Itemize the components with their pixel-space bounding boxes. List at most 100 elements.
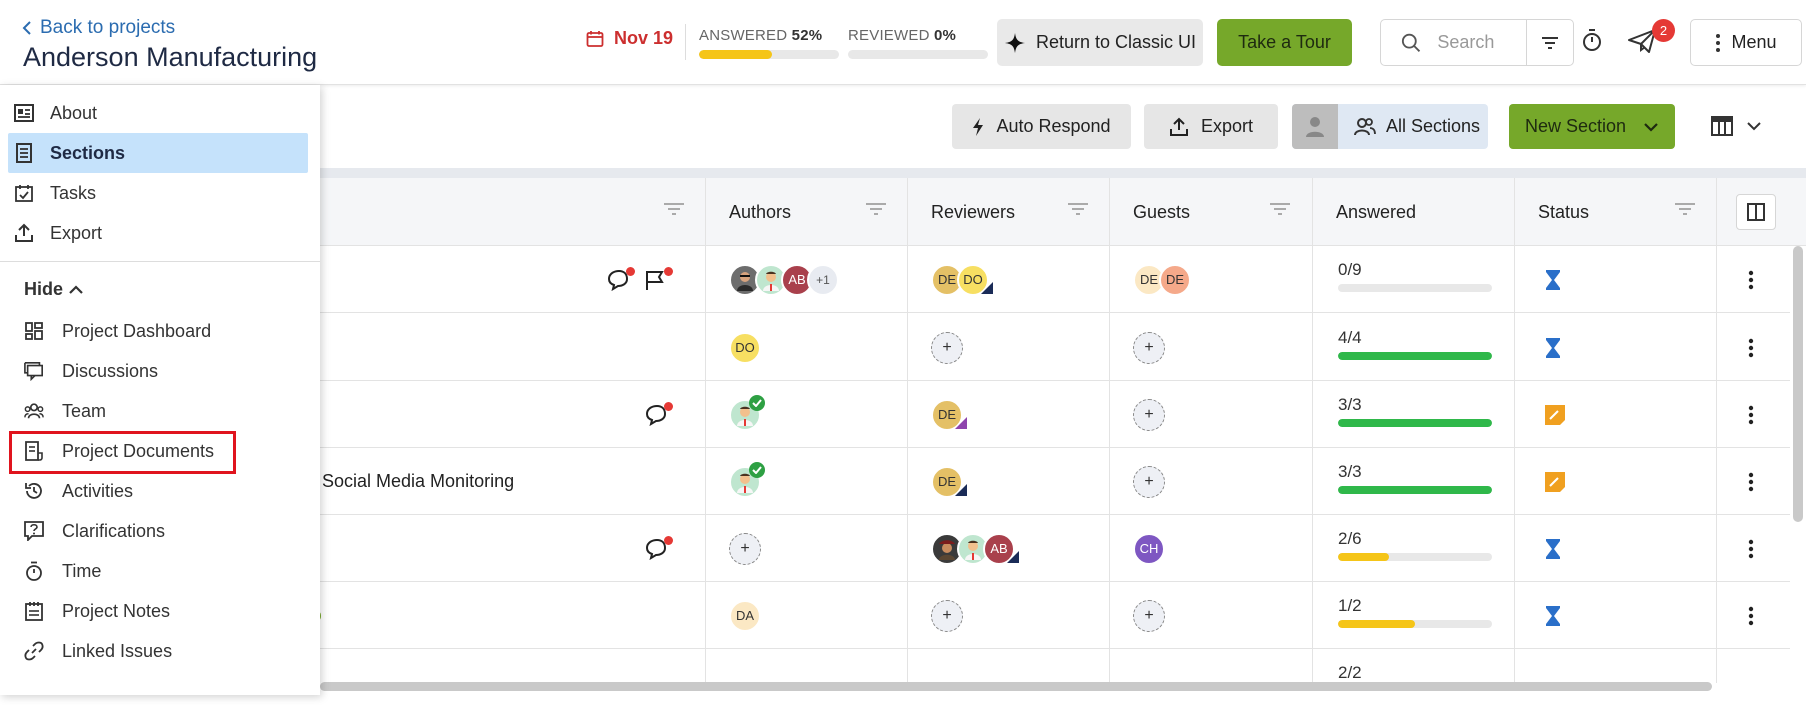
reviewers-cell[interactable]: AB [931,515,1019,582]
header-filter-button[interactable] [1527,36,1573,50]
authors-cell[interactable]: DA [729,582,761,649]
comments-icon[interactable] [606,246,635,313]
all-sections-filter[interactable]: All Sections [1292,104,1488,149]
add-guest-button[interactable]: + [1133,599,1165,632]
due-date[interactable]: Nov 19 [586,28,673,49]
row-actions-button[interactable] [1748,314,1754,381]
guests-cell[interactable]: CH [1133,515,1165,582]
add-reviewer-button[interactable]: + [931,599,963,632]
sidebar-item-activities[interactable]: Activities [24,471,324,511]
sidebar-item-team[interactable]: Team [24,391,324,431]
authors-cell[interactable]: AB +1 [729,246,839,313]
reviewers-cell[interactable]: + [931,314,963,381]
add-reviewer-button[interactable]: + [931,331,963,364]
guests-cell[interactable]: + [1133,448,1165,515]
row-actions-button[interactable] [1748,582,1754,649]
answered-count: 2/6 [1338,529,1362,548]
filter-icon[interactable] [865,202,887,216]
answered-bar-fill [1338,352,1492,360]
sidebar-item-about[interactable]: About [8,93,308,133]
export-button[interactable]: Export [1144,104,1278,149]
sidebar-item-project-notes[interactable]: Project Notes [24,591,324,631]
vertical-scrollbar[interactable] [1793,246,1803,522]
sidebar-item-label: Project Dashboard [62,320,212,341]
row-actions-button[interactable] [1748,515,1754,582]
answered-count: 0/9 [1338,260,1362,279]
more-authors-badge[interactable]: +1 [807,263,839,296]
column-header-guests[interactable]: Guests [1111,178,1311,246]
answered-header-label: Answered [1336,201,1417,222]
avatar[interactable] [729,461,765,498]
avatar[interactable] [729,394,765,431]
filter-icon[interactable] [1067,202,1089,216]
guests-cell[interactable]: + [1133,381,1165,448]
return-to-classic-ui-button[interactable]: Return to Classic UI [997,19,1203,66]
flag-icon[interactable] [644,246,673,313]
search-input[interactable]: Search [1437,32,1526,53]
sidebar-item-discussions[interactable]: Discussions [24,351,324,391]
add-author-button[interactable]: + [729,532,761,565]
column-layout-button[interactable] [1736,194,1776,230]
sidebar-item-project-dashboard[interactable]: Project Dashboard [24,311,324,351]
avatar[interactable]: DE [1159,263,1191,296]
reviewers-header-label: Reviewers [931,201,1016,222]
avatar[interactable]: DO [729,331,761,364]
filter-icon[interactable] [1674,202,1696,216]
column-header-name[interactable] [320,178,705,246]
add-guest-button[interactable]: + [1133,398,1165,431]
hide-toggle[interactable]: Hide [24,279,83,300]
reviewers-cell[interactable]: DE [931,448,967,515]
answered-count: 1/2 [1338,596,1362,615]
guests-cell[interactable]: + [1133,582,1165,649]
authors-cell[interactable] [729,381,765,448]
take-a-tour-button[interactable]: Take a Tour [1217,19,1352,66]
sidebar-item-sections[interactable]: Sections [8,133,308,173]
sidebar-item-tasks[interactable]: Tasks [8,173,308,213]
column-header-status[interactable]: Status [1516,178,1716,246]
comments-icon[interactable] [644,515,673,582]
row-actions-button[interactable] [1748,246,1754,313]
row-actions-button[interactable] [1748,381,1754,448]
avatar[interactable]: CH [1133,532,1165,565]
guests-cell[interactable]: + [1133,314,1165,381]
authors-cell[interactable]: DO [729,314,761,381]
kebab-icon [1748,539,1754,558]
sidebar-item-export[interactable]: Export [8,213,308,253]
avatar[interactable]: DA [729,599,761,632]
reviewed-label: REVIEWED [848,27,930,44]
menu-button[interactable]: Menu [1690,19,1802,66]
reviewers-cell[interactable]: + [931,582,963,649]
comments-icon[interactable] [644,381,673,448]
all-sections-label: All Sections [1386,116,1481,136]
sidebar-item-time[interactable]: Time [24,551,324,591]
row-actions-button[interactable] [1748,448,1754,515]
due-date-label: Nov 19 [614,28,674,48]
kebab-icon [1748,472,1754,491]
authors-cell[interactable] [729,448,765,515]
horizontal-scrollbar[interactable] [320,682,1712,691]
add-guest-button[interactable]: + [1133,465,1165,498]
sidebar-item-clarifications[interactable]: Clarifications [24,511,324,551]
column-header-reviewers[interactable]: Reviewers [909,178,1109,246]
authors-cell[interactable]: + [729,515,761,582]
answered-cell: 4/4 [1338,328,1492,360]
add-guest-button[interactable]: + [1133,331,1165,364]
filter-icon[interactable] [663,202,685,216]
timer-button[interactable] [1581,28,1603,52]
search-bar[interactable]: Search [1380,19,1574,66]
new-section-button[interactable]: New Section [1509,104,1675,149]
hourglass-icon [1544,246,1562,313]
sidebar-item-linked-issues[interactable]: Linked Issues [24,631,324,671]
section-name[interactable]: Social Media Monitoring [322,448,514,515]
guests-cell[interactable]: DE DE [1133,246,1191,313]
reviewers-cell[interactable]: DE DO [931,246,993,313]
column-header-authors[interactable]: Authors [707,178,907,246]
auto-respond-button[interactable]: Auto Respond [952,104,1131,149]
reviewers-cell[interactable]: DE [931,381,967,448]
column-header-answered[interactable]: Answered [1314,178,1514,246]
answered-count: 3/3 [1338,395,1362,414]
back-to-projects-link[interactable]: Back to projects [22,17,175,39]
view-layout-toggle[interactable] [1711,116,1761,136]
sidebar-item-label: About [50,102,98,123]
filter-icon[interactable] [1269,202,1291,216]
